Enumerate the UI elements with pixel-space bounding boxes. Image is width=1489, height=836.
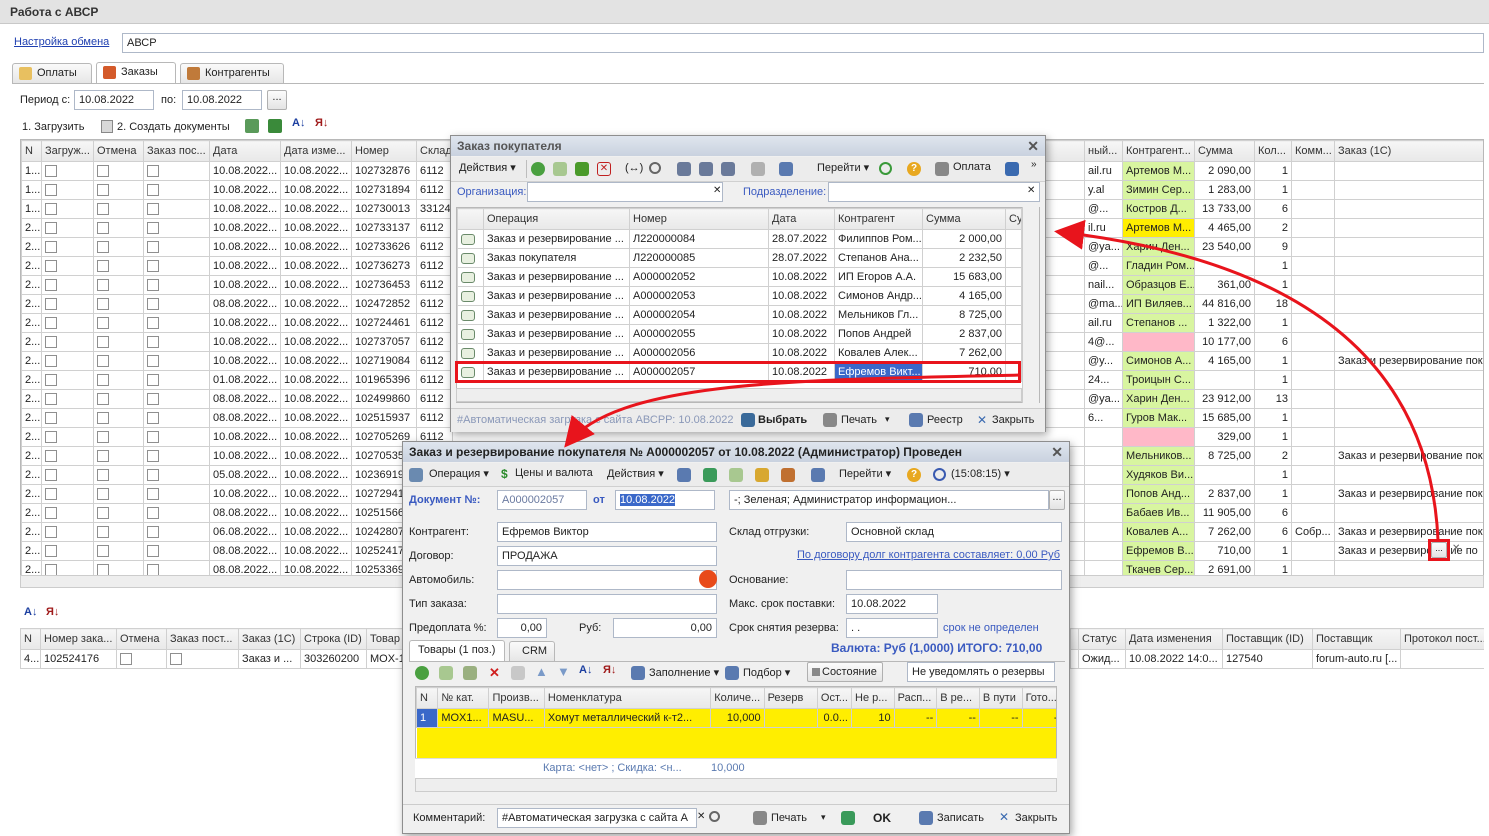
- arrow-to-document: [564, 373, 1022, 448]
- arrow-to-picker: [1054, 219, 1440, 541]
- annotation-arrows: [564, 219, 1440, 541]
